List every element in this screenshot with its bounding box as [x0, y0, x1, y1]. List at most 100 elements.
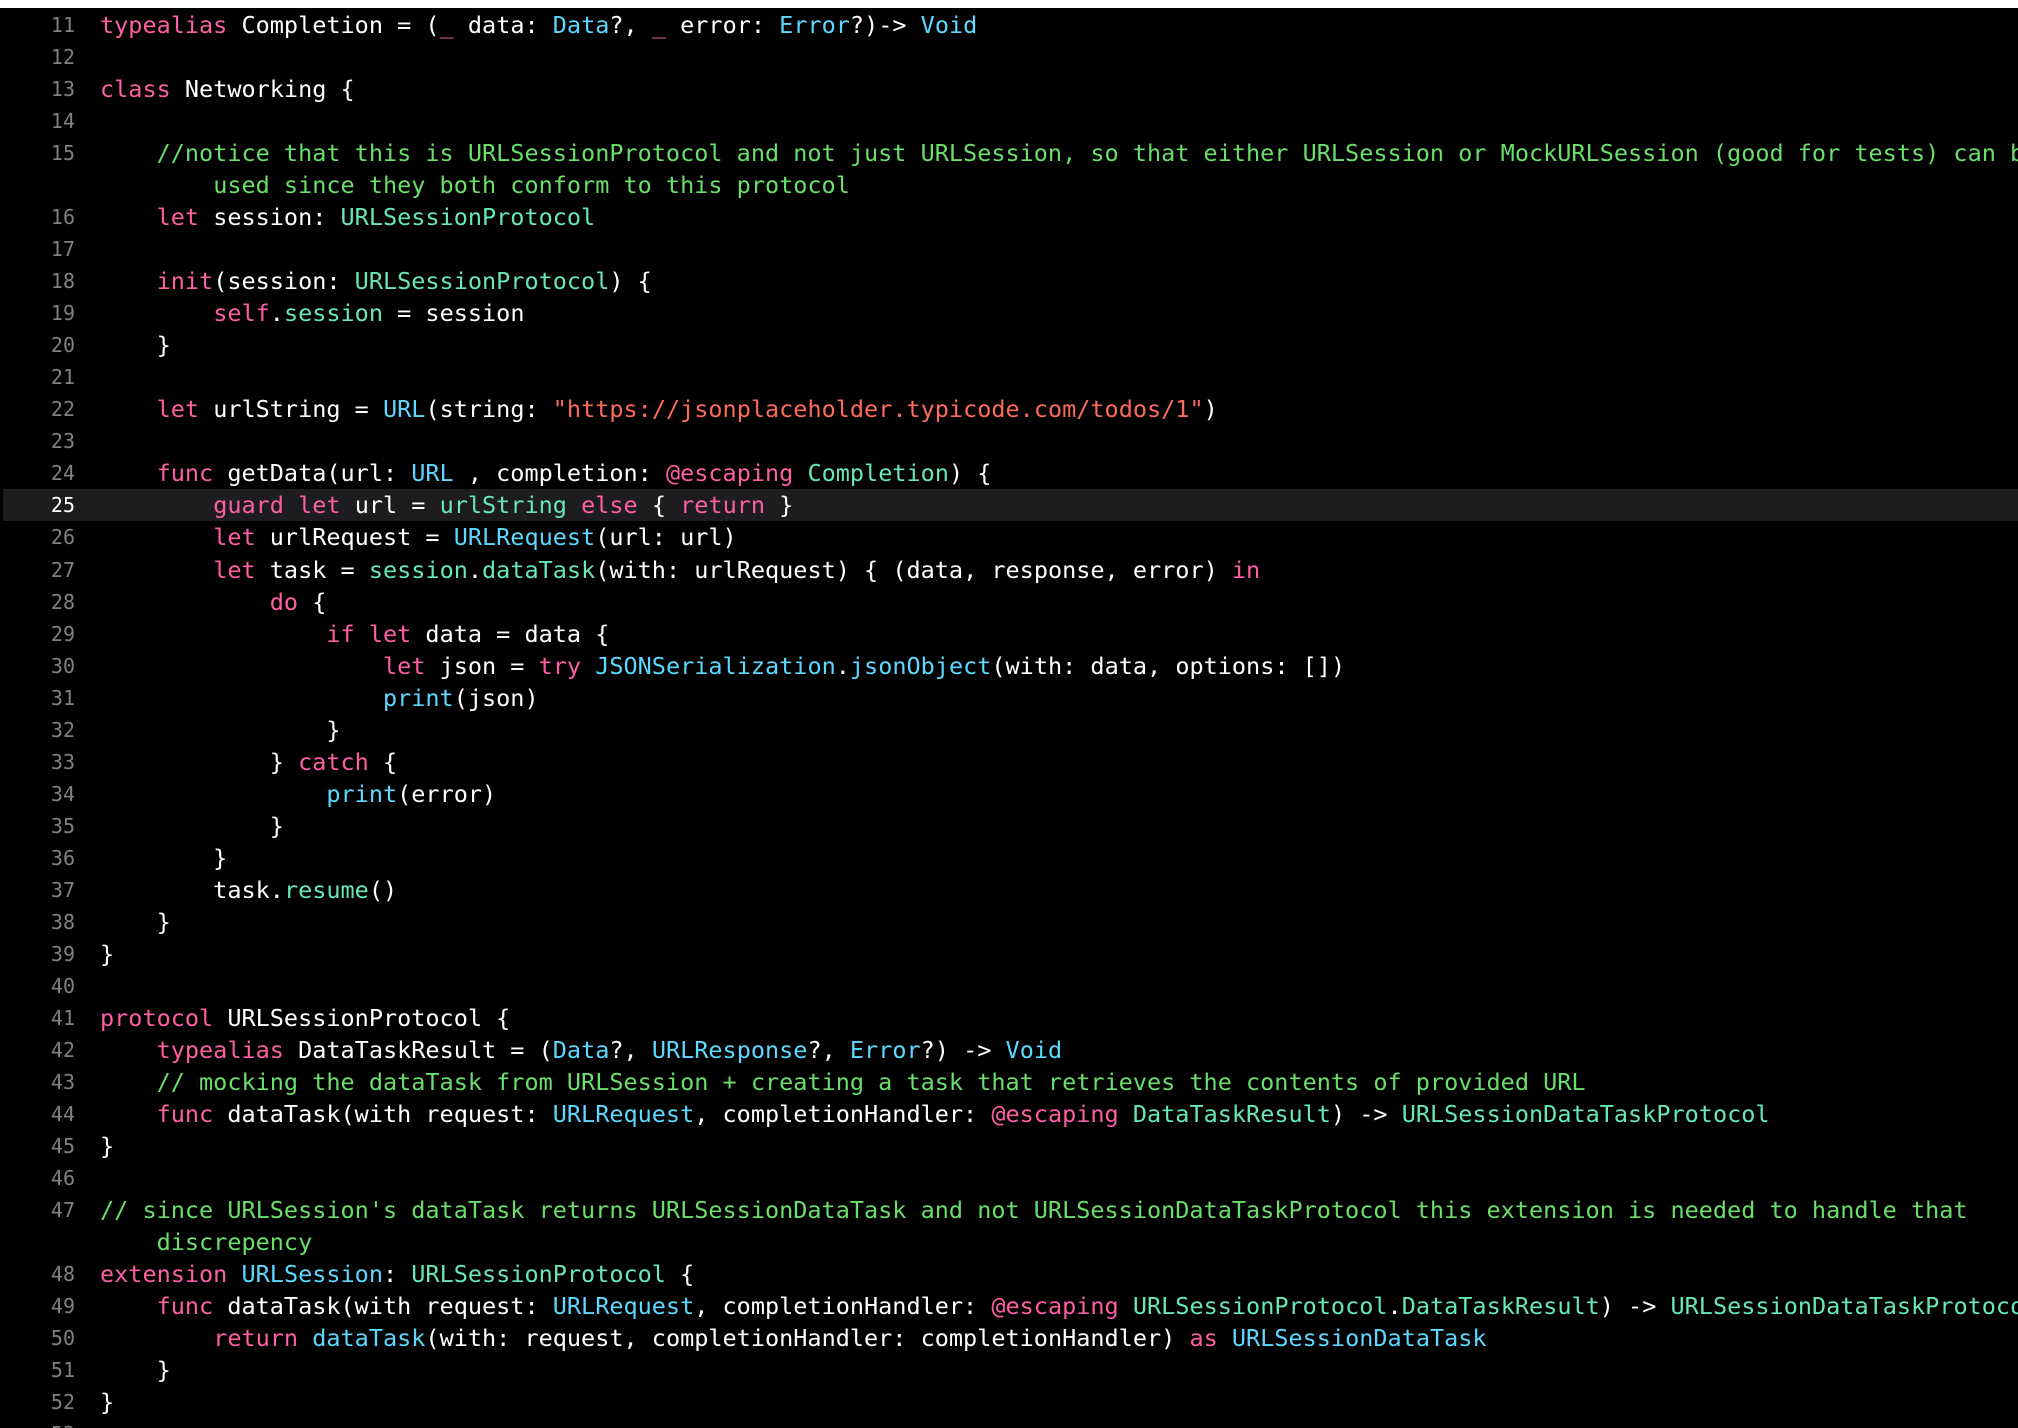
code-line[interactable]: 50 return dataTask(with: request, comple… — [3, 1322, 2018, 1354]
code-text: protocol URLSessionProtocol { — [100, 1002, 510, 1034]
code-line[interactable]: 37 task.resume() — [3, 874, 2018, 906]
code-line[interactable]: 39} — [3, 938, 2018, 970]
code-line-wrap[interactable]: used since they both conform to this pro… — [3, 169, 2018, 201]
code-line[interactable]: 16 let session: URLSessionProtocol — [3, 201, 2018, 233]
code-text: if let data = data { — [100, 618, 609, 650]
code-text: typealias DataTaskResult = (Data?, URLRe… — [100, 1034, 1063, 1066]
code-text: extension URLSession: URLSessionProtocol… — [100, 1258, 694, 1290]
code-text: } — [100, 842, 227, 874]
window-top-edge — [0, 0, 2018, 8]
code-line[interactable]: 42 typealias DataTaskResult = (Data?, UR… — [3, 1034, 2018, 1066]
code-line[interactable]: 44 func dataTask(with request: URLReques… — [3, 1098, 2018, 1130]
code-line[interactable]: 31 print(json) — [3, 682, 2018, 714]
line-number: 34 — [50, 781, 75, 806]
code-line[interactable]: 24 func getData(url: URL , completion: @… — [3, 457, 2018, 489]
code-line[interactable]: 12 — [3, 41, 2018, 73]
code-line[interactable]: 32 } — [3, 714, 2018, 746]
code-token: URL — [382, 395, 426, 424]
code-token: Completion — [807, 459, 949, 488]
code-line[interactable]: 21 — [3, 361, 2018, 393]
code-line[interactable]: 52} — [3, 1386, 2018, 1418]
code-line-wrap[interactable]: discrepency — [3, 1226, 2018, 1258]
code-line[interactable]: 29 if let data = data { — [3, 618, 2018, 650]
code-text: task.resume() — [100, 874, 397, 906]
code-line[interactable]: 41 protocol URLSessionProtocol { — [3, 1002, 2018, 1034]
code-line[interactable]: 27 let task = session.dataTask(with: url… — [3, 554, 2018, 586]
code-line[interactable]: 20 } — [3, 329, 2018, 361]
code-line[interactable]: 43 // mocking the dataTask from URLSessi… — [3, 1066, 2018, 1098]
code-text: init(session: URLSessionProtocol) { — [100, 265, 652, 297]
code-line[interactable]: 30 let json = try JSONSerialization.json… — [3, 650, 2018, 682]
code-line[interactable]: 46 — [3, 1162, 2018, 1194]
code-token: let — [213, 523, 256, 552]
code-token: data: — [453, 11, 553, 39]
code-line[interactable]: 51 } — [3, 1354, 2018, 1386]
line-number: 39 — [50, 941, 75, 966]
code-token: _ — [651, 11, 666, 39]
code-line[interactable]: 13 class Networking { — [3, 73, 2018, 105]
line-number: 24 — [50, 461, 75, 486]
code-token: URLSessionProtocol — [1132, 1292, 1388, 1321]
line-number: 43 — [50, 1069, 75, 1094]
line-number: 52 — [50, 1390, 75, 1415]
code-line[interactable]: 36 } — [3, 842, 2018, 874]
code-token: URLSessionProtocol — [340, 203, 596, 232]
code-line[interactable]: 40 — [3, 970, 2018, 1002]
code-line[interactable]: 33 } catch { — [3, 746, 2018, 778]
code-line[interactable]: 17 — [3, 233, 2018, 265]
code-token: session: — [199, 203, 341, 232]
line-number: 46 — [50, 1166, 75, 1191]
line-number: 16 — [50, 205, 75, 230]
code-token: Data — [552, 1035, 610, 1064]
code-token: resume — [283, 875, 369, 904]
code-line[interactable]: 49 func dataTask(with request: URLReques… — [3, 1290, 2018, 1322]
code-line[interactable]: 28 do { — [3, 586, 2018, 618]
code-text: typealias Completion = (_ data: Data?, _… — [100, 9, 977, 41]
code-line[interactable]: 23 — [3, 425, 2018, 457]
line-number: 42 — [50, 1037, 75, 1062]
code-token: ) { — [609, 267, 652, 296]
code-editor[interactable]: 11 typealias Completion = (_ data: Data?,… — [3, 8, 2018, 1428]
line-number: 31 — [50, 685, 75, 710]
code-token: () — [368, 875, 398, 904]
code-token: if — [326, 619, 355, 648]
code-token: } — [100, 1356, 171, 1385]
code-token: (string: — [425, 395, 553, 424]
code-token: typealias — [100, 11, 228, 39]
code-text: let json = try JSONSerialization.jsonObj… — [100, 650, 1345, 682]
code-line[interactable]: 18 init(session: URLSessionProtocol) { — [3, 265, 2018, 297]
code-line[interactable]: 48 extension URLSession: URLSessionProtoc… — [3, 1258, 2018, 1290]
code-token: ) { — [948, 459, 992, 488]
code-token: let — [213, 555, 256, 584]
code-line[interactable]: 38 } — [3, 906, 2018, 938]
code-line[interactable]: 25 guard let url = urlString else { retu… — [3, 489, 2018, 522]
code-token: let — [382, 651, 426, 680]
line-number: 11 — [50, 13, 75, 37]
line-number: 45 — [50, 1134, 75, 1159]
code-line[interactable]: 11 typealias Completion = (_ data: Data?,… — [3, 9, 2018, 41]
code-token: urlString = — [199, 395, 383, 424]
code-line[interactable]: 19 self.session = session — [3, 297, 2018, 329]
code-line[interactable]: 34 print(error) — [3, 778, 2018, 810]
code-line[interactable]: 45} — [3, 1130, 2018, 1162]
code-line[interactable]: 26 let urlRequest = URLRequest(url: url) — [3, 521, 2018, 553]
line-number: 29 — [50, 621, 75, 646]
code-token: let — [368, 619, 412, 648]
code-line[interactable]: 47 // since URLSession's dataTask returns… — [3, 1194, 2018, 1226]
line-number: 17 — [50, 237, 75, 262]
code-token: Networking { — [170, 75, 355, 104]
code-token: print — [326, 779, 398, 808]
code-line[interactable]: 22 let urlString = URL(string: "https://… — [3, 393, 2018, 425]
code-line[interactable]: 35 } — [3, 810, 2018, 842]
code-line[interactable]: 15 //notice that this is URLSessionProto… — [3, 137, 2018, 169]
code-line[interactable]: 53 — [3, 1418, 2018, 1428]
line-number: 12 — [50, 45, 75, 70]
code-line[interactable]: 14 — [3, 105, 2018, 137]
